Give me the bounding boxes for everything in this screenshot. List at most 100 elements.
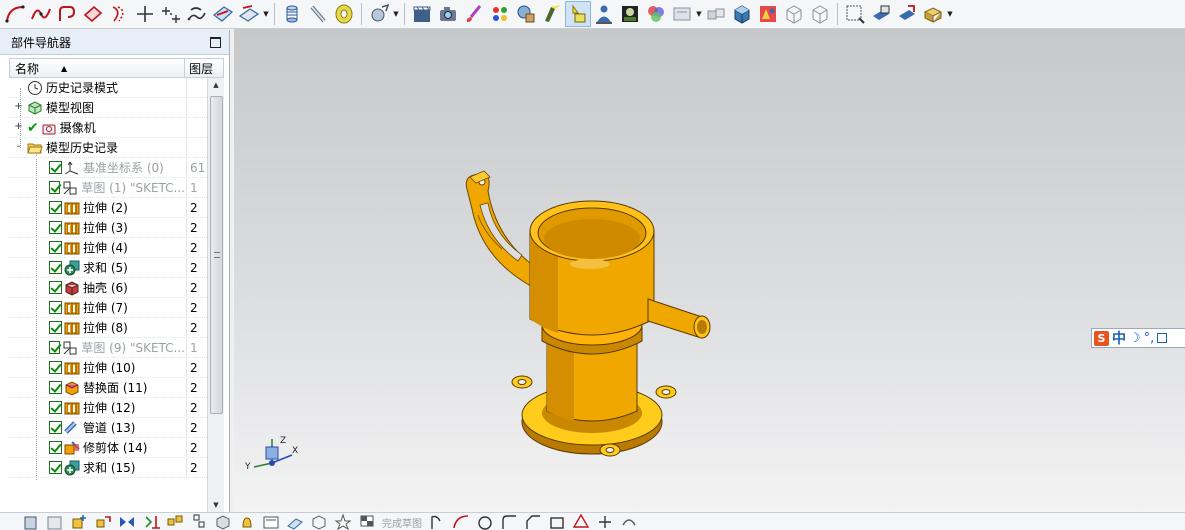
exploded-view-icon[interactable] bbox=[190, 513, 208, 530]
spring-icon[interactable] bbox=[305, 1, 331, 27]
move-component-icon[interactable] bbox=[94, 513, 112, 530]
datum-plane-icon[interactable] bbox=[286, 513, 304, 530]
tree-row[interactable]: 拉伸 (2) 2 bbox=[9, 197, 207, 218]
vertical-scrollbar[interactable]: ▲ ▼ bbox=[207, 78, 224, 512]
expand-icon[interactable]: + bbox=[14, 122, 23, 132]
wireframe-cube-icon[interactable] bbox=[781, 1, 807, 27]
sketch-fillet-icon[interactable] bbox=[500, 513, 518, 530]
visible-check-icon[interactable]: ✔ bbox=[27, 120, 39, 136]
visibility-checkbox[interactable] bbox=[49, 181, 61, 194]
dropdown-arrow-icon[interactable]: ▼ bbox=[946, 1, 954, 27]
arc-icon[interactable] bbox=[2, 1, 28, 27]
punctuation-icon[interactable]: °, bbox=[1144, 331, 1155, 346]
tree-row[interactable]: 修剪体 (14) 2 bbox=[9, 437, 207, 458]
maximize-icon[interactable] bbox=[210, 36, 221, 48]
sketch-offset-icon[interactable] bbox=[620, 513, 638, 530]
spotlight-icon[interactable] bbox=[539, 1, 565, 27]
tree-row[interactable]: 拉伸 (12) 2 bbox=[9, 397, 207, 418]
movie-clapper-icon[interactable] bbox=[409, 1, 435, 27]
visibility-checkbox[interactable] bbox=[49, 301, 62, 314]
add-component-icon[interactable] bbox=[70, 513, 88, 530]
photo-camera-icon[interactable] bbox=[435, 1, 461, 27]
tree-row[interactable]: 抽壳 (6) 2 bbox=[9, 277, 207, 298]
expand-icon[interactable]: + bbox=[14, 102, 23, 112]
tree-row[interactable]: 拉伸 (4) 2 bbox=[9, 237, 207, 258]
finish-sketch-flag-icon[interactable] bbox=[358, 513, 376, 530]
fillet-curve-icon[interactable] bbox=[54, 1, 80, 27]
visibility-checkbox[interactable] bbox=[49, 341, 61, 354]
visibility-checkbox[interactable] bbox=[49, 281, 62, 294]
material-icon[interactable] bbox=[513, 1, 539, 27]
multi-color-icon[interactable] bbox=[643, 1, 669, 27]
vertical-scroll-thumb[interactable] bbox=[210, 96, 223, 414]
scroll-up-icon[interactable]: ▲ bbox=[208, 78, 224, 92]
collapse-icon[interactable]: - bbox=[14, 142, 23, 152]
profile-icon[interactable] bbox=[428, 513, 446, 530]
dropdown-arrow-icon[interactable]: ▼ bbox=[695, 1, 703, 27]
sketch-circle-icon[interactable] bbox=[476, 513, 494, 530]
tree-row[interactable]: 求和 (5) 2 bbox=[9, 257, 207, 278]
component-icon[interactable] bbox=[46, 513, 64, 530]
section-curve-icon[interactable] bbox=[210, 1, 236, 27]
visibility-checkbox[interactable] bbox=[49, 261, 62, 274]
assembly-icon[interactable] bbox=[22, 513, 40, 530]
visibility-checkbox[interactable] bbox=[49, 241, 62, 254]
cube-icon[interactable] bbox=[214, 513, 232, 530]
visibility-checkbox[interactable] bbox=[49, 221, 62, 234]
tree-row[interactable]: 管道 (13) 2 bbox=[9, 417, 207, 438]
tree-row[interactable]: 拉伸 (10) 2 bbox=[9, 357, 207, 378]
sketch-chamfer-icon[interactable] bbox=[524, 513, 542, 530]
drawing-sheet-icon[interactable] bbox=[262, 513, 280, 530]
dropdown-arrow-icon[interactable]: ▼ bbox=[262, 1, 270, 27]
helix-curve-icon[interactable] bbox=[184, 1, 210, 27]
sketch-polygon-icon[interactable] bbox=[572, 513, 590, 530]
visibility-checkbox[interactable] bbox=[49, 201, 62, 214]
sketch-rectangle-icon[interactable] bbox=[548, 513, 566, 530]
cylinder-feature-icon[interactable] bbox=[279, 1, 305, 27]
studio-render-icon[interactable] bbox=[755, 1, 781, 27]
ime-mode-label[interactable]: 中 bbox=[1112, 329, 1126, 347]
mirror-assembly-icon[interactable] bbox=[118, 513, 136, 530]
section-view-icon[interactable] bbox=[894, 1, 920, 27]
tree-row[interactable]: - 模型历史记录 bbox=[9, 137, 207, 158]
paint-brush-icon[interactable] bbox=[461, 1, 487, 27]
visibility-checkbox[interactable] bbox=[49, 161, 62, 174]
rectangle-curve-icon[interactable] bbox=[80, 1, 106, 27]
tree-row[interactable]: 替换面 (11) 2 bbox=[9, 377, 207, 398]
tree-row[interactable]: 草图 (1) "SKETC... 1 bbox=[9, 177, 207, 198]
tree-row[interactable]: 基准坐标系 (0) 61 bbox=[9, 157, 207, 178]
tree-row[interactable]: 拉伸 (3) 2 bbox=[9, 217, 207, 238]
scroll-down-icon[interactable]: ▼ bbox=[208, 498, 224, 512]
gear-icon[interactable] bbox=[366, 1, 392, 27]
column-name-header[interactable]: 名称 ▲ bbox=[10, 59, 186, 77]
graphics-viewport[interactable]: Z Y X bbox=[234, 29, 1185, 512]
sketch-point-icon[interactable] bbox=[596, 513, 614, 530]
visibility-checkbox[interactable] bbox=[49, 421, 62, 434]
3d-part-model[interactable] bbox=[462, 169, 722, 469]
constraint-icon[interactable] bbox=[142, 513, 160, 530]
scene-icon[interactable] bbox=[617, 1, 643, 27]
column-layer-header[interactable]: 图层 bbox=[185, 59, 223, 77]
tree-row[interactable]: + ✔ 摄像机 bbox=[9, 117, 207, 138]
sketch-arc-icon[interactable] bbox=[452, 513, 470, 530]
tree-row[interactable]: 历史记录模式 bbox=[9, 78, 207, 98]
user-figure-icon[interactable] bbox=[591, 1, 617, 27]
sketch-view-icon[interactable] bbox=[310, 513, 328, 530]
visibility-checkbox[interactable] bbox=[49, 461, 62, 474]
lighting-icon[interactable] bbox=[565, 1, 591, 27]
hidden-edge-cube-icon[interactable] bbox=[807, 1, 833, 27]
line-plus-icon[interactable] bbox=[132, 1, 158, 27]
offset-curve-icon[interactable] bbox=[106, 1, 132, 27]
clipping-plane-icon[interactable] bbox=[868, 1, 894, 27]
project-curve-icon[interactable] bbox=[236, 1, 262, 27]
dropdown-arrow-icon[interactable]: ▼ bbox=[392, 1, 400, 27]
shaded-cube-icon[interactable] bbox=[729, 1, 755, 27]
bell-icon[interactable] bbox=[238, 513, 256, 530]
studio-spline-icon[interactable] bbox=[28, 1, 54, 27]
view-cubes-icon[interactable] bbox=[703, 1, 729, 27]
tree-row[interactable]: + 模型视图 bbox=[9, 97, 207, 118]
color-palette-icon[interactable] bbox=[487, 1, 513, 27]
visibility-checkbox[interactable] bbox=[49, 401, 62, 414]
tree-row[interactable]: 拉伸 (8) 2 bbox=[9, 317, 207, 338]
tree-row[interactable]: 拉伸 (7) 2 bbox=[9, 297, 207, 318]
